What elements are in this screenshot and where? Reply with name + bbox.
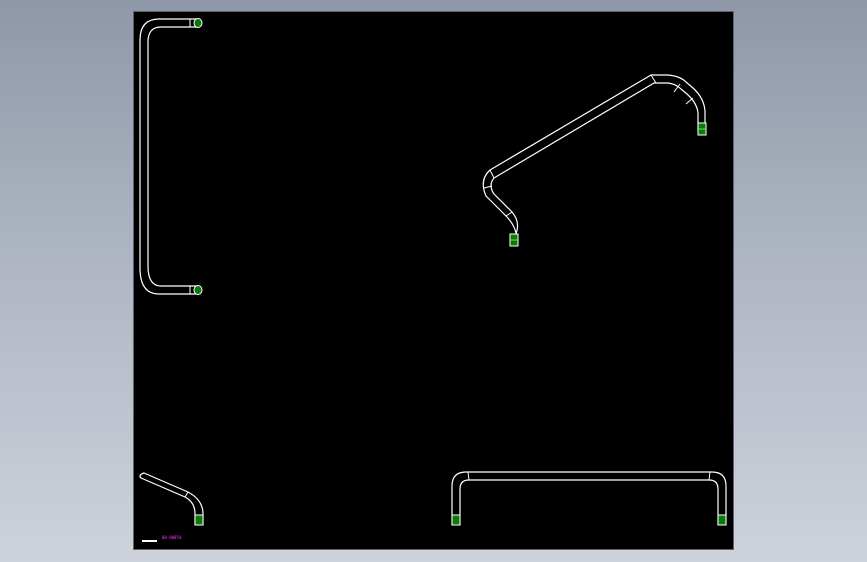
- pipe-end-cap: [717, 514, 727, 526]
- short-bent-pipe-view[interactable]: [139, 472, 204, 526]
- pipe-end-cap: [451, 514, 461, 526]
- short-pipe-inner-contour: [140, 477, 196, 526]
- bend-seam-line: [505, 211, 513, 217]
- bend-seam-line: [685, 97, 694, 105]
- scale-bar: [142, 540, 157, 542]
- angled-pipe-inner-contour: [490, 82, 699, 245]
- bend-seam-line: [489, 169, 495, 179]
- pipe-end-cap: [193, 18, 203, 28]
- cad-drawing-canvas: [139, 18, 727, 526]
- short-pipe-outer-contour: [143, 472, 204, 526]
- bracket-handle-outer-contour: [139, 18, 199, 295]
- pipe-end-cap: [193, 285, 203, 295]
- scale-label: 00-00054: [162, 535, 182, 540]
- pipe-end-cap: [194, 514, 204, 526]
- angled-pipe-view[interactable]: [482, 74, 707, 247]
- bend-seam-line: [184, 491, 189, 498]
- u-handle-view[interactable]: [451, 471, 727, 526]
- bend-seam-line: [467, 471, 470, 481]
- bend-seam-line: [708, 471, 711, 481]
- bracket-handle-inner-contour: [147, 26, 199, 287]
- drawing-sheet: 00-00054: [133, 11, 734, 550]
- bracket-handle-view[interactable]: [139, 18, 203, 295]
- short-pipe-end-round: [139, 472, 145, 479]
- bend-seam-line: [650, 74, 657, 84]
- u-handle-inner-contour: [459, 479, 719, 526]
